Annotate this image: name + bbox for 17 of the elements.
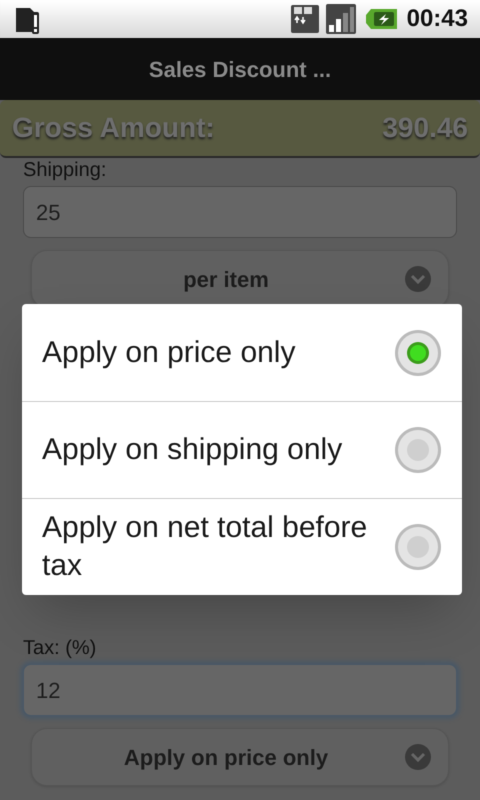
option-row[interactable]: Apply on net total before tax (22, 498, 462, 595)
dropdown[interactable]: Apply on price only (31, 728, 449, 786)
dropdown-caret-icon (404, 265, 432, 293)
field-label: Tax: (%) (23, 636, 96, 661)
input-field[interactable]: 25 (23, 186, 457, 238)
dropdown-caret-icon (404, 743, 432, 771)
battery-charging-icon (364, 7, 399, 31)
signal-icon (324, 3, 357, 35)
field-label: Shipping: (23, 158, 106, 183)
radio-button[interactable] (394, 328, 442, 376)
window-title: Sales Discount ... (148, 56, 332, 84)
network-3g-icon (288, 3, 321, 35)
radio-button[interactable] (394, 426, 442, 474)
clock-time: 00:43 (406, 4, 468, 34)
radio-button[interactable] (394, 523, 442, 571)
input-field[interactable]: 12 (23, 664, 457, 716)
option-row[interactable]: Apply on shipping only (22, 401, 462, 498)
